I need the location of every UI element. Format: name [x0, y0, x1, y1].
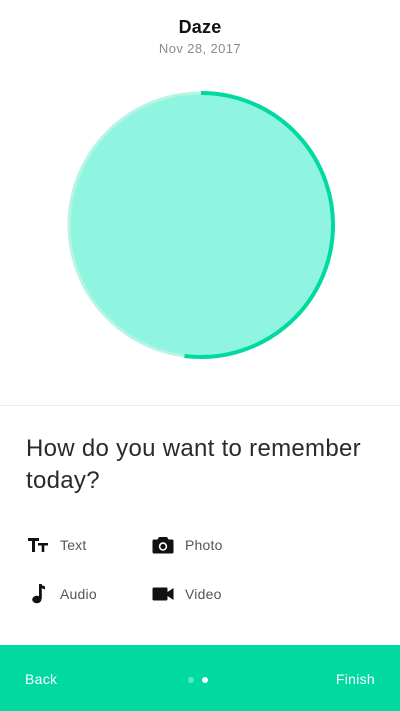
- prompt-question: How do you want to remember today?: [26, 435, 361, 494]
- music-note-icon: [26, 582, 50, 606]
- camera-icon: [151, 533, 175, 557]
- header: Daze Nov 28, 2017: [0, 16, 400, 57]
- back-button[interactable]: Back: [25, 671, 57, 687]
- option-photo-label: Photo: [185, 537, 223, 553]
- app-screen: Daze Nov 28, 2017 How do you want to rem…: [0, 0, 400, 711]
- app-title: Daze: [178, 17, 222, 37]
- video-camera-icon: [151, 582, 175, 606]
- option-text-label: Text: [60, 537, 87, 553]
- option-audio-label: Audio: [60, 586, 97, 602]
- option-photo[interactable]: Photo: [151, 531, 223, 559]
- page-dot: [188, 677, 194, 683]
- option-video[interactable]: Video: [151, 580, 222, 608]
- page-dot: [202, 677, 208, 683]
- footer-bar: Back Finish: [0, 645, 400, 711]
- finish-button[interactable]: Finish: [336, 671, 375, 687]
- entry-date: Nov 28, 2017: [158, 41, 242, 56]
- divider: [0, 405, 400, 406]
- mood-circle-fill: [70, 94, 332, 356]
- mood-circle-area[interactable]: [0, 60, 400, 405]
- page-indicator: [188, 677, 208, 683]
- option-audio[interactable]: Audio: [26, 580, 97, 608]
- mood-circle[interactable]: [0, 60, 400, 405]
- option-text[interactable]: Text: [26, 531, 86, 559]
- text-format-icon: [26, 533, 50, 557]
- option-video-label: Video: [185, 586, 222, 602]
